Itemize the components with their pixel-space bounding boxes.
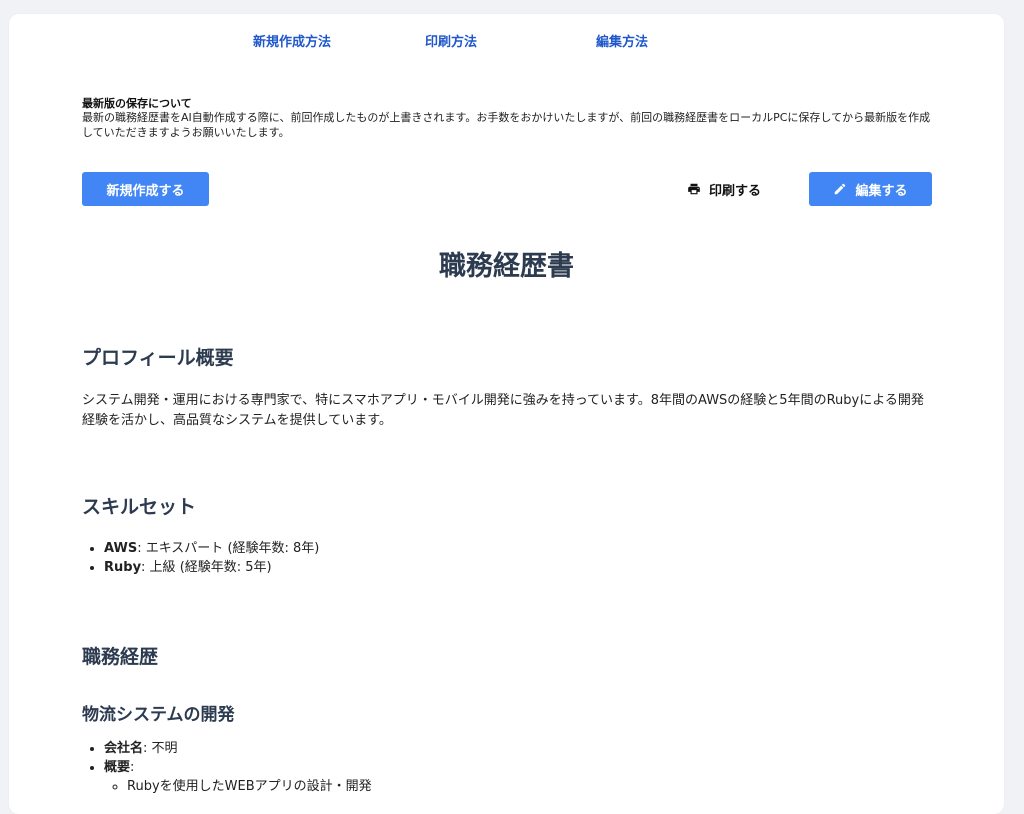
edit-button[interactable]: 編集する <box>809 172 932 206</box>
skills-heading: スキルセット <box>82 496 197 518</box>
notice-body: 最新の職務経歴書をAI自動作成する際に、前回作成したものが上書きされます。お手数… <box>82 111 931 139</box>
document-title: 職務経歴書 <box>439 251 574 282</box>
summary-colon: : <box>130 760 135 775</box>
nav-link-create-guide[interactable]: 新規作成方法 <box>253 31 331 50</box>
create-new-button[interactable]: 新規作成する <box>82 172 209 206</box>
skill-detail: : エキスパート (経験年数: 8年) <box>137 541 320 556</box>
print-button-label: 印刷する <box>709 183 762 199</box>
printer-icon <box>687 182 701 196</box>
skill-detail: : 上級 (経験年数: 5年) <box>141 560 272 575</box>
skills-list: AWS: エキスパート (経験年数: 8年) Ruby: 上級 (経験年数: 5… <box>82 539 319 577</box>
project-title: 物流システムの開発 <box>82 705 235 725</box>
pencil-icon <box>833 182 847 196</box>
company-label: 会社名 <box>104 741 144 756</box>
list-item: AWS: エキスパート (経験年数: 8年) <box>104 539 319 558</box>
list-item: Rubyを使用したWEBアプリの設計・開発 <box>127 777 372 796</box>
project-details-list: 会社名: 不明 概要: Rubyを使用したWEBアプリの設計・開発 <box>82 739 372 796</box>
nav-link-edit-guide[interactable]: 編集方法 <box>596 31 648 50</box>
profile-text: システム開発・運用における専門家で、特にスマホアプリ・モバイル開発に強みを持って… <box>82 393 924 428</box>
list-item: 概要: Rubyを使用したWEBアプリの設計・開発 <box>104 758 372 796</box>
list-item: Ruby: 上級 (経験年数: 5年) <box>104 558 319 577</box>
notice-title: 最新版の保存について <box>82 97 192 110</box>
career-heading: 職務経歴 <box>82 646 159 668</box>
create-new-button-label: 新規作成する <box>106 183 185 199</box>
nav-link-print-guide[interactable]: 印刷方法 <box>425 31 477 50</box>
list-item: 会社名: 不明 <box>104 739 372 758</box>
summary-label: 概要 <box>104 760 131 775</box>
edit-button-label: 編集する <box>855 183 908 199</box>
summary-sublist: Rubyを使用したWEBアプリの設計・開発 <box>104 777 372 796</box>
main-card: 新規作成方法 印刷方法 編集方法 最新版の保存について 最新の職務経歴書をAI自… <box>9 14 1004 814</box>
skill-name: Ruby <box>104 560 142 575</box>
company-value: : 不明 <box>143 741 178 756</box>
print-button[interactable]: 印刷する <box>687 172 787 206</box>
skill-name: AWS <box>104 541 138 556</box>
profile-heading: プロフィール概要 <box>82 347 234 369</box>
